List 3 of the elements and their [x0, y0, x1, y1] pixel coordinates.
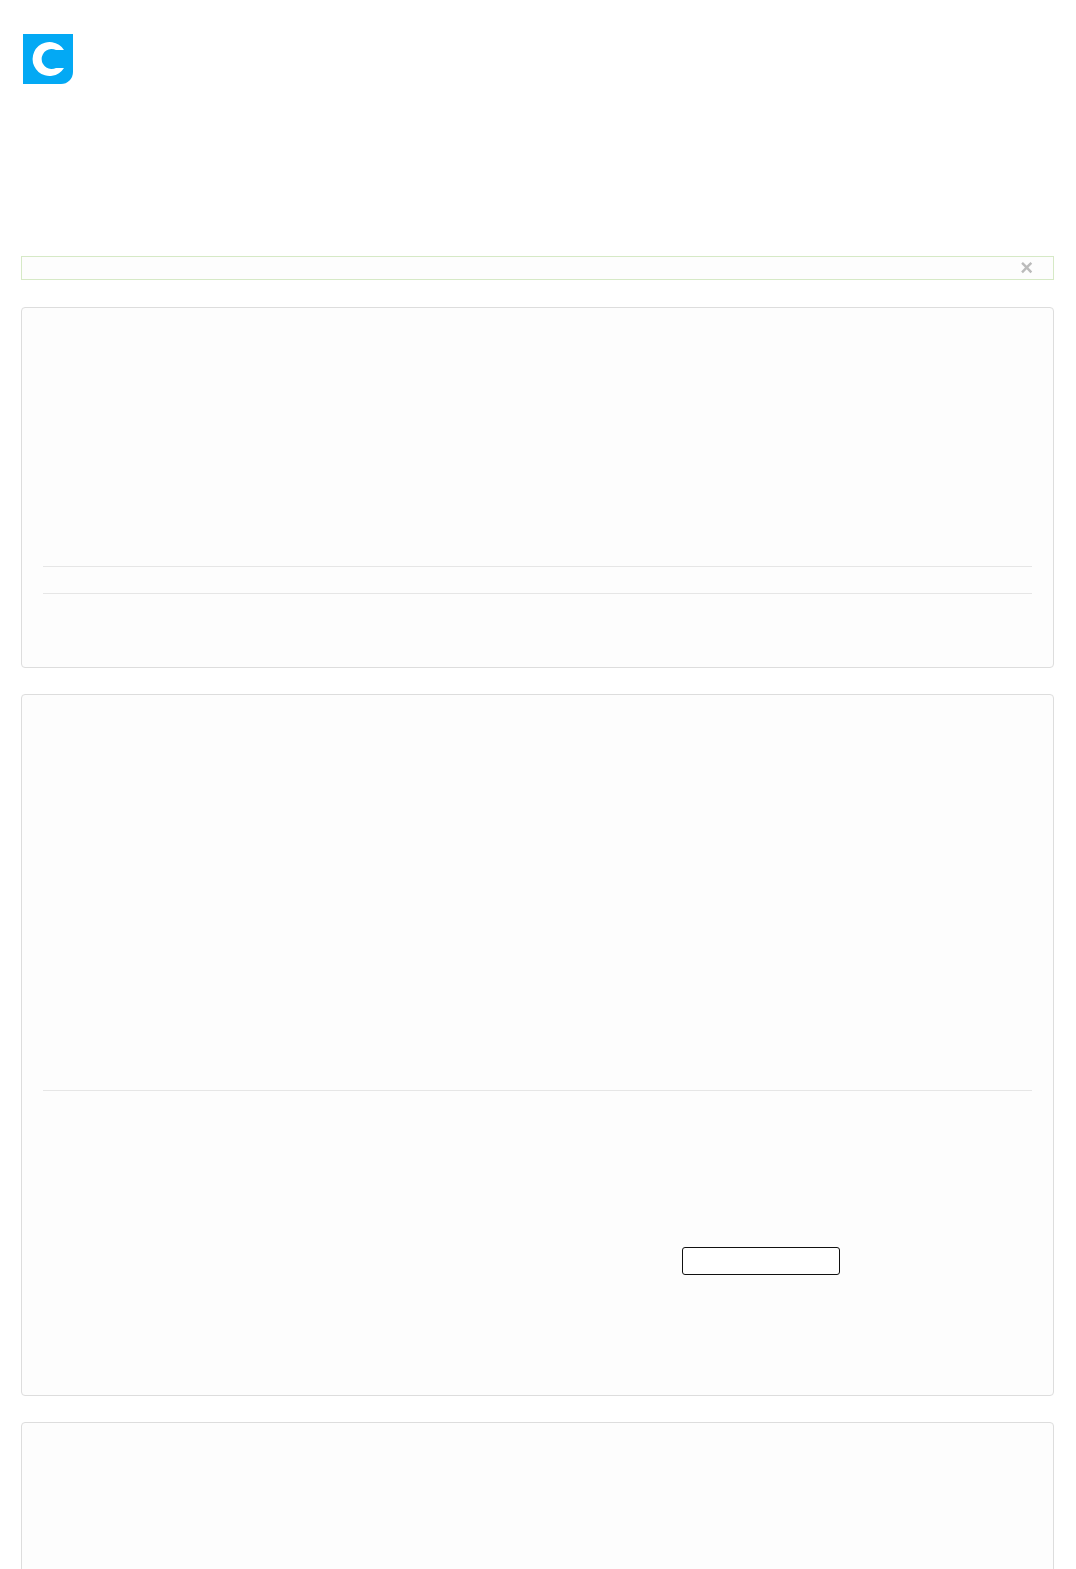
close-button[interactable]: × — [1020, 257, 1033, 279]
input-field[interactable] — [682, 1247, 840, 1275]
logo-icon — [23, 34, 73, 84]
